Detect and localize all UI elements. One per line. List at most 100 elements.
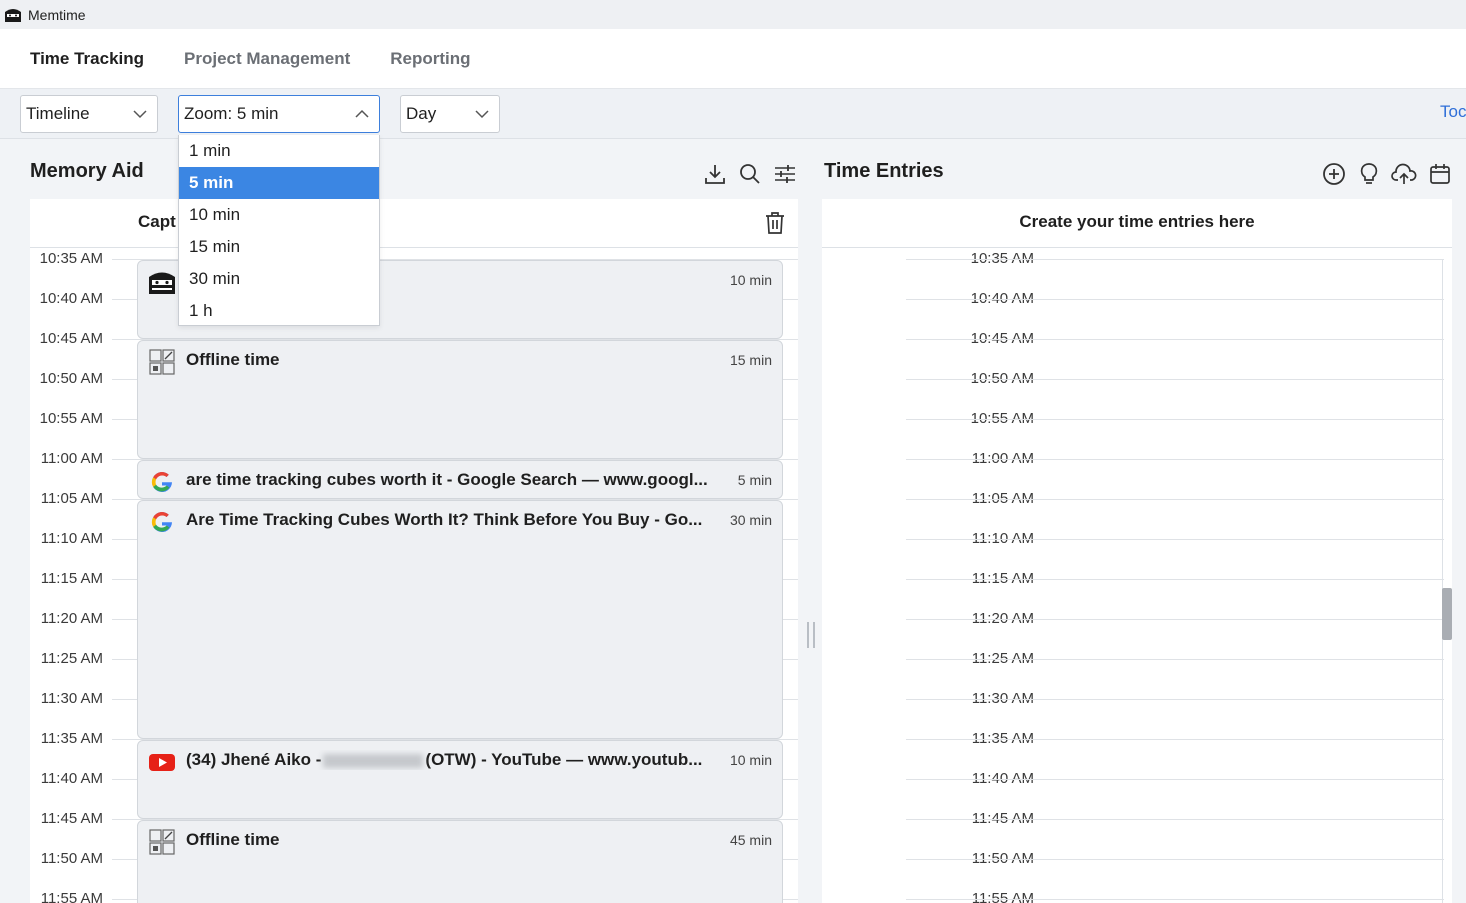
scrollbar-track — [1442, 259, 1443, 903]
memory-aid-title: Memory Aid — [30, 160, 144, 182]
today-link[interactable]: Toc — [1440, 102, 1466, 122]
time-label: 11:20 AM — [40, 610, 103, 627]
zoom-option[interactable]: 1 min — [179, 135, 379, 167]
block-duration: 30 min — [729, 512, 772, 528]
toolbar: Timeline Zoom: 5 min Day Toc — [0, 89, 1466, 139]
window-title: Memtime — [28, 6, 86, 23]
youtube-icon — [149, 754, 175, 771]
time-row[interactable]: 11:05 AM — [822, 490, 1452, 530]
chevron-down-icon — [133, 110, 147, 119]
period-select-value: Day — [406, 104, 437, 123]
time-row[interactable]: 11:25 AM — [822, 650, 1452, 690]
captured-label: Capt — [138, 212, 176, 231]
view-select-value: Timeline — [26, 104, 90, 123]
zoom-option[interactable]: 10 min — [179, 199, 379, 231]
block-duration: 10 min — [729, 752, 772, 768]
time-label: 11:45 AM — [40, 810, 103, 827]
block-duration: 45 min — [729, 832, 772, 848]
activity-block[interactable]: Offline time 15 min — [137, 340, 783, 459]
filter-sliders-icon[interactable] — [772, 160, 798, 188]
time-label: 10:50 AM — [39, 370, 103, 387]
time-row[interactable]: 11:45 AM — [822, 810, 1452, 850]
google-icon — [151, 472, 172, 493]
time-entries-hint: Create your time entries here — [1019, 212, 1255, 231]
time-label: 11:00 AM — [40, 450, 103, 467]
time-row[interactable]: 11:55 AM — [822, 890, 1452, 903]
offline-apps-icon — [149, 829, 175, 855]
time-label: 11:10 AM — [40, 530, 103, 547]
time-label: 10:45 AM — [39, 330, 103, 347]
time-row[interactable]: 11:30 AM — [822, 690, 1452, 730]
time-row[interactable]: 10:55 AM — [822, 410, 1452, 450]
time-label: 11:30 AM — [40, 690, 103, 707]
activity-block[interactable]: Are Time Tracking Cubes Worth It? Think … — [137, 500, 783, 739]
add-circle-icon[interactable] — [1321, 160, 1347, 188]
zoom-select[interactable]: Zoom: 5 min — [178, 95, 380, 133]
zoom-option[interactable]: 1 h — [179, 295, 379, 327]
time-row[interactable]: 10:40 AM — [822, 290, 1452, 330]
time-label: 11:35 AM — [40, 730, 103, 747]
zoom-option-selected[interactable]: 5 min — [179, 167, 379, 199]
tab-project-management[interactable]: Project Management — [184, 49, 350, 69]
time-label: 11:15 AM — [40, 570, 103, 587]
block-title: Offline time — [186, 350, 280, 369]
time-label: 11:25 AM — [40, 650, 103, 667]
zoom-dropdown: 1 min 5 min 10 min 15 min 30 min 1 h — [178, 135, 380, 326]
time-entries-header: Create your time entries here — [822, 199, 1452, 248]
activity-block[interactable]: Offline time 45 min — [137, 820, 783, 903]
time-label: 11:05 AM — [40, 490, 103, 507]
time-row[interactable]: 11:35 AM — [822, 730, 1452, 770]
tab-time-tracking[interactable]: Time Tracking — [30, 49, 144, 69]
download-icon[interactable] — [702, 160, 728, 188]
time-label: 11:55 AM — [40, 890, 103, 903]
lightbulb-icon[interactable] — [1356, 160, 1382, 188]
tab-reporting[interactable]: Reporting — [390, 49, 470, 69]
period-select[interactable]: Day — [400, 95, 500, 133]
panel-splitter[interactable] — [807, 622, 815, 648]
time-row[interactable]: 11:00 AM — [822, 450, 1452, 490]
time-row[interactable]: 11:10 AM — [822, 530, 1452, 570]
memtime-logo-icon — [5, 8, 21, 22]
blurred-text — [323, 753, 424, 768]
trash-icon[interactable] — [764, 211, 786, 235]
chevron-down-icon — [475, 110, 489, 119]
memory-aid-header: Capt — [30, 199, 798, 248]
zoom-option[interactable]: 30 min — [179, 263, 379, 295]
block-duration: 10 min — [729, 272, 772, 288]
zoom-select-value: Zoom: 5 min — [184, 104, 279, 123]
title-bar: Memtime — [0, 0, 1466, 29]
calendar-icon[interactable] — [1427, 160, 1453, 188]
block-duration: 15 min — [729, 352, 772, 368]
google-icon — [151, 512, 172, 533]
block-title: Are Time Tracking Cubes Worth It? Think … — [186, 510, 703, 529]
time-row[interactable]: 10:45 AM — [822, 330, 1452, 370]
search-icon[interactable] — [737, 160, 763, 188]
time-label: 11:50 AM — [40, 850, 103, 867]
activity-block[interactable]: are time tracking cubes worth it - Googl… — [137, 460, 783, 499]
time-label: 10:55 AM — [39, 410, 103, 427]
memory-aid-panel: Capt 10:35 AM 10:40 AM 10:45 AM 10:50 AM… — [30, 199, 798, 903]
block-title: Offline time — [186, 830, 280, 849]
time-label: 11:40 AM — [40, 770, 103, 787]
block-title-prefix: (34) Jhené Aiko - — [186, 750, 322, 769]
time-row[interactable]: 11:40 AM — [822, 770, 1452, 810]
time-label: 11:55 AM — [971, 890, 1034, 903]
block-duration: 5 min — [737, 472, 772, 488]
time-row[interactable]: 10:35 AM — [822, 250, 1452, 290]
activity-block[interactable]: (34) Jhené Aiko - (OTW) - YouTube — www.y… — [137, 740, 783, 819]
time-row[interactable]: 10:50 AM — [822, 370, 1452, 410]
view-select[interactable]: Timeline — [20, 95, 158, 133]
time-row[interactable]: 11:50 AM — [822, 850, 1452, 890]
zoom-option[interactable]: 15 min — [179, 231, 379, 263]
memtime-logo-icon — [149, 272, 175, 294]
block-title: (34) Jhené Aiko - (OTW) - YouTube — www.y… — [186, 750, 702, 770]
cloud-upload-icon[interactable] — [1391, 160, 1417, 188]
chevron-up-icon — [355, 109, 369, 118]
scrollbar-thumb[interactable] — [1442, 588, 1452, 640]
main-nav: Time Tracking Project Management Reporti… — [0, 29, 1466, 89]
time-row[interactable]: 11:20 AM — [822, 610, 1452, 650]
time-row[interactable]: 11:15 AM — [822, 570, 1452, 610]
block-title: are time tracking cubes worth it - Googl… — [186, 470, 708, 489]
time-label: 10:40 AM — [39, 290, 103, 307]
time-entries-panel: Create your time entries here 10:35 AM 1… — [822, 199, 1452, 903]
